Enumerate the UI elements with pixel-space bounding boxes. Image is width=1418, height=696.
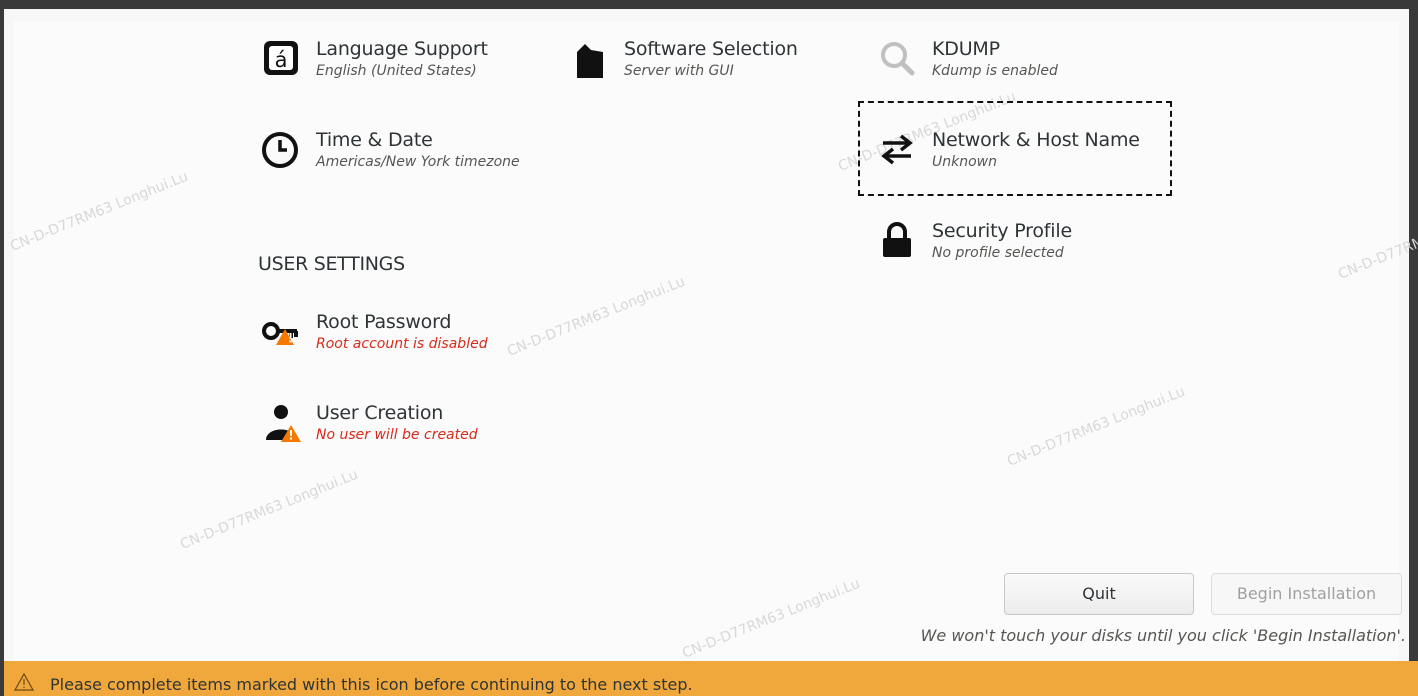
spoke-title: KDUMP — [932, 38, 1000, 60]
warning-bar: Please complete items marked with this i… — [4, 661, 1418, 696]
disk-notice: We won't touch your disks until you clic… — [920, 626, 1406, 645]
network-arrows-icon — [881, 134, 913, 165]
spoke-title: Network & Host Name — [932, 129, 1140, 151]
spoke-status: No profile selected — [932, 245, 1064, 261]
spoke-status: Unknown — [932, 154, 997, 170]
clock-icon — [262, 132, 298, 168]
quit-button[interactable]: Quit — [1004, 573, 1194, 615]
spoke-title: Language Support — [316, 38, 488, 60]
user-icon — [266, 405, 301, 442]
spoke-title: Software Selection — [624, 38, 798, 60]
search-icon — [881, 42, 915, 76]
spoke-status: Americas/New York timezone — [316, 154, 520, 170]
spoke-title: Time & Date — [316, 129, 433, 151]
spoke-status: No user will be created — [316, 427, 478, 443]
svg-text:á: á — [275, 48, 288, 72]
hub-content — [4, 9, 1409, 671]
spoke-status: English (United States) — [316, 63, 477, 79]
spoke-status: Kdump is enabled — [932, 63, 1058, 79]
spoke-title: Security Profile — [932, 220, 1072, 242]
lock-icon — [883, 222, 911, 257]
spoke-title: Root Password — [316, 311, 452, 333]
warning-text: Please complete items marked with this i… — [50, 675, 693, 694]
package-icon — [577, 44, 603, 78]
warning-icon — [14, 673, 34, 691]
begin-installation-button[interactable]: Begin Installation — [1211, 573, 1402, 615]
section-title-user-settings: USER SETTINGS — [258, 253, 405, 275]
language-icon: á — [264, 41, 298, 75]
key-icon — [262, 322, 298, 345]
spoke-status: Root account is disabled — [316, 336, 488, 352]
spoke-title: User Creation — [316, 402, 444, 424]
spoke-status: Server with GUI — [624, 63, 734, 79]
